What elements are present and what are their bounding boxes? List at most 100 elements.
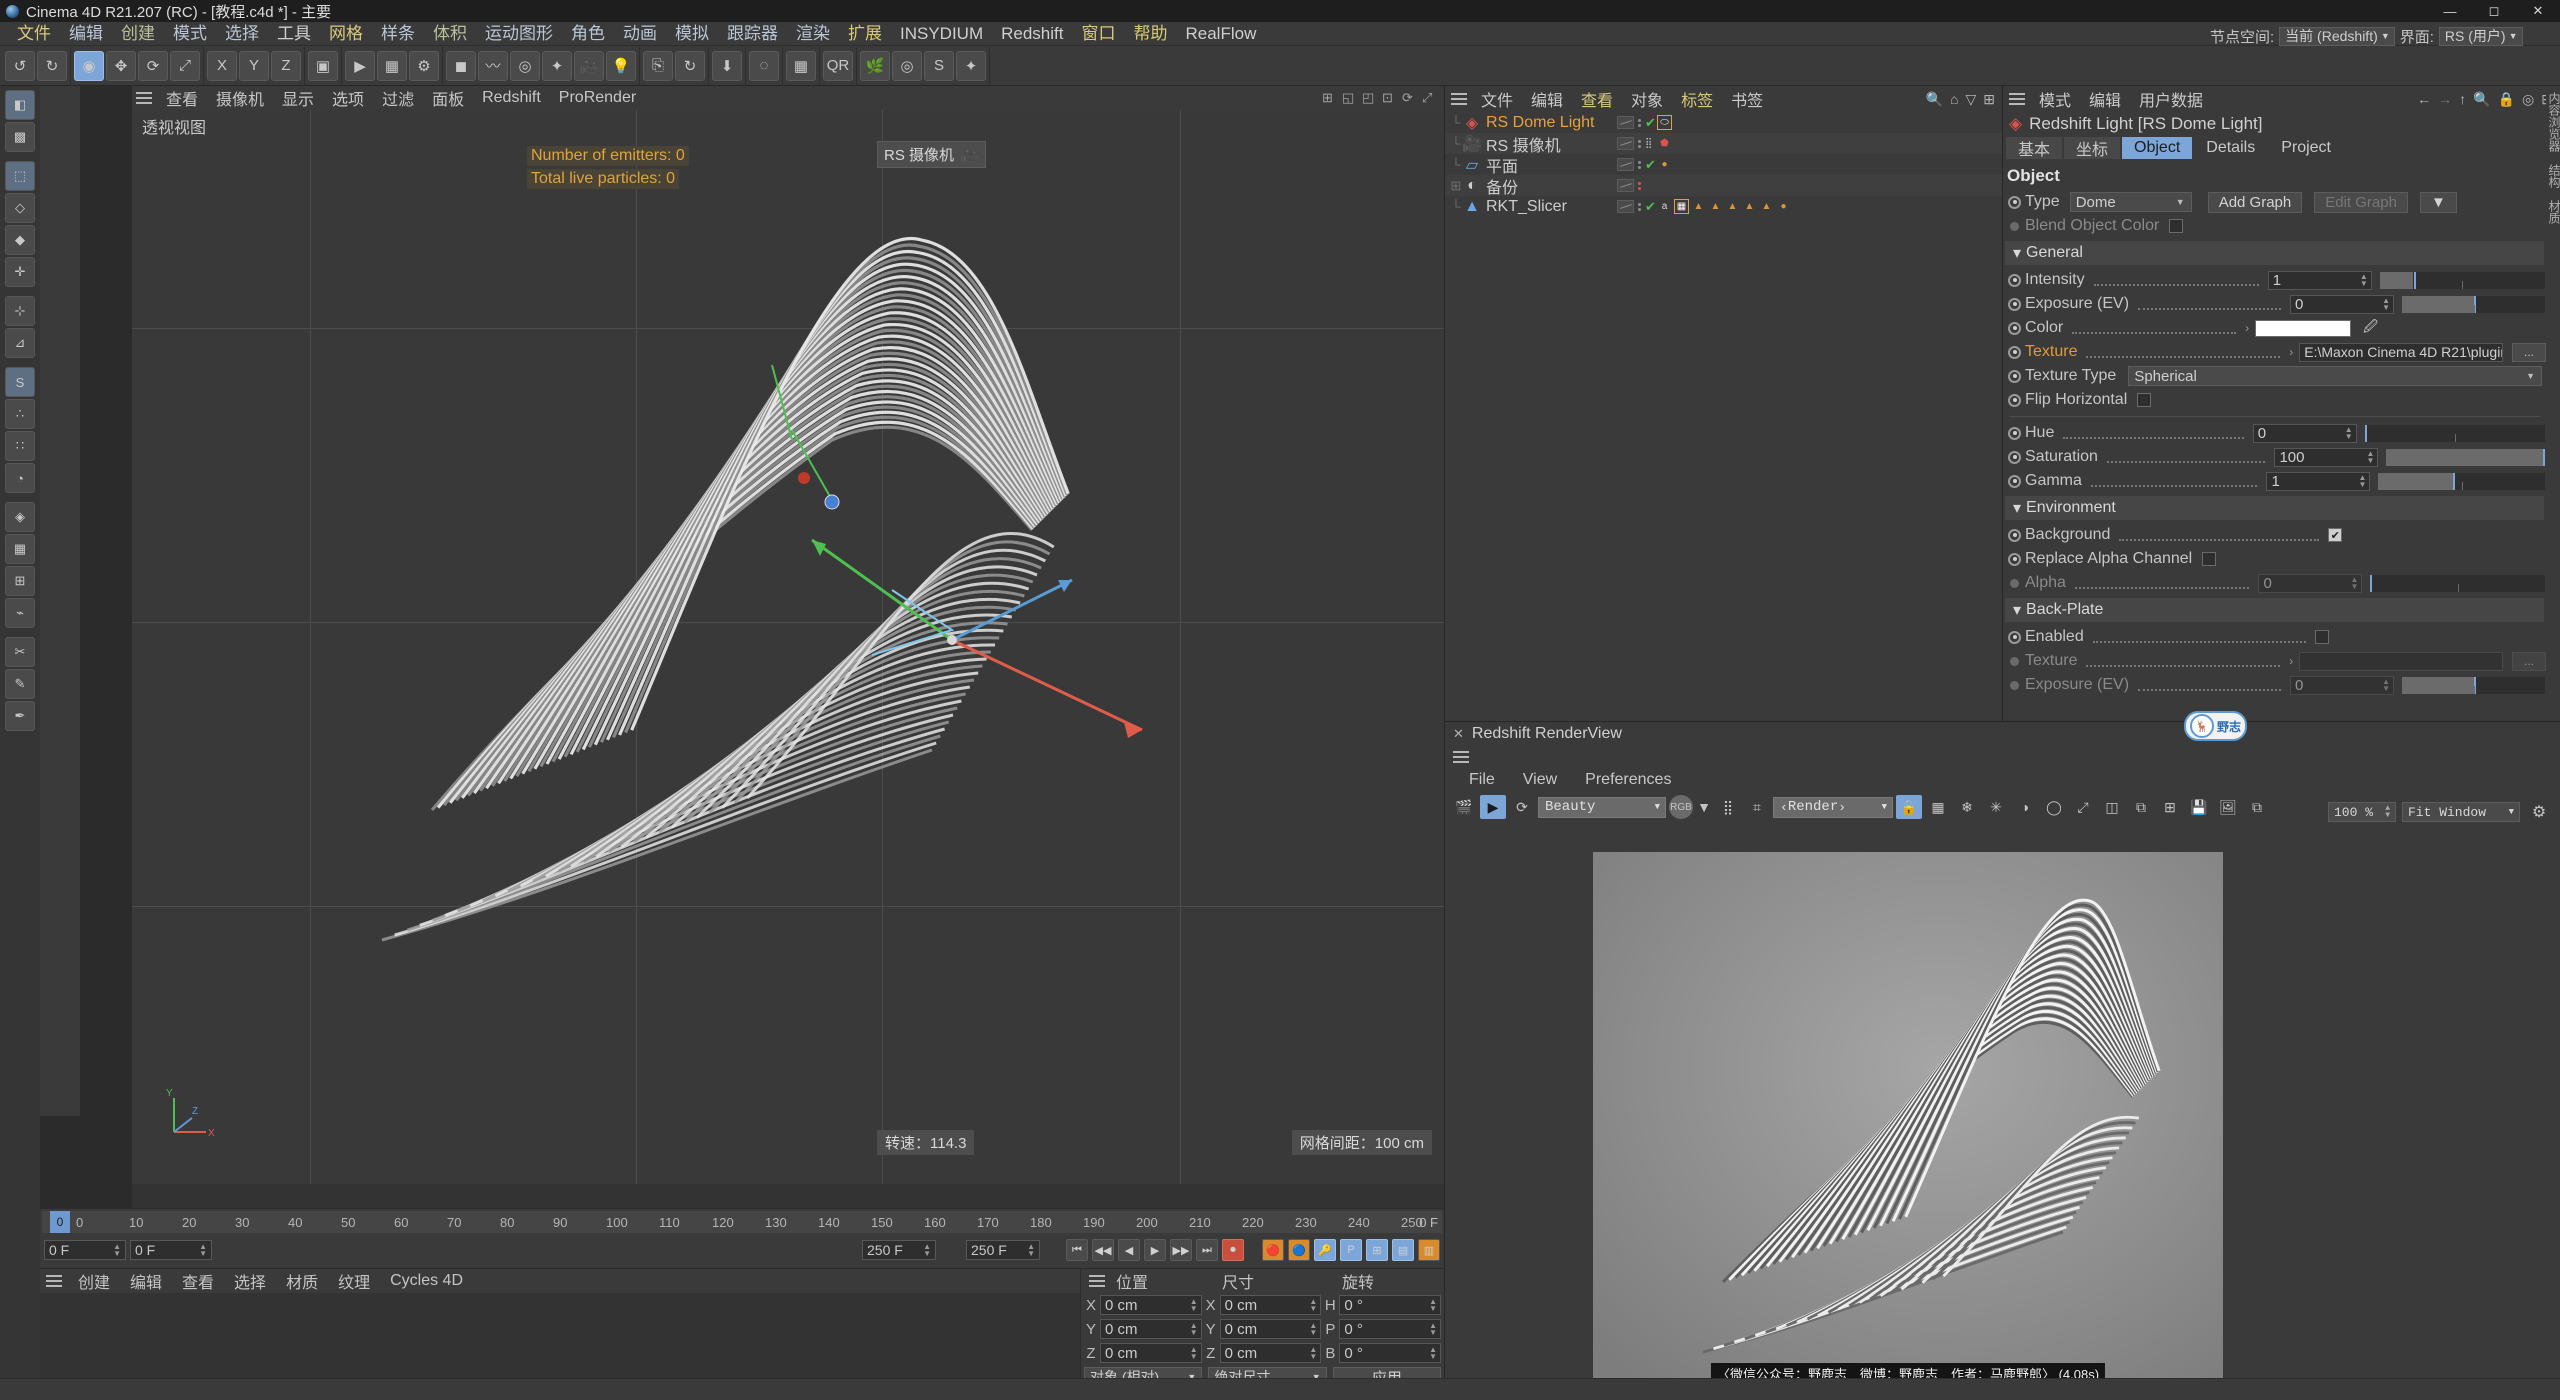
property-radio[interactable] xyxy=(2010,656,2019,666)
visibility-dots-icon[interactable] xyxy=(1638,160,1641,169)
spinner-icon[interactable]: ▲ ▼ xyxy=(2359,474,2367,489)
tag-t5-icon[interactable]: ▲ xyxy=(1759,199,1774,214)
rotate-tool[interactable]: ⟳ xyxy=(138,50,168,81)
vertical-tab-0[interactable]: 内容浏览器 xyxy=(2546,86,2560,158)
menu-item-2[interactable]: 创建 xyxy=(112,22,164,46)
attribute-tab-基本[interactable]: 基本 xyxy=(2005,136,2064,160)
histogram-icon[interactable]: ◑ xyxy=(2012,795,2038,819)
layer-color-swatch[interactable] xyxy=(1617,200,1634,213)
lock-y-axis[interactable]: Y xyxy=(239,50,269,81)
tag-a-icon[interactable]: a xyxy=(1657,199,1672,214)
viewport-menu-1[interactable]: 摄像机 xyxy=(207,86,273,110)
timeline-toggle-3[interactable]: P xyxy=(1340,1239,1362,1261)
blend-object-color-checkbox[interactable] xyxy=(2169,219,2184,233)
node-space-select[interactable]: 当前 (Redshift) ▼ xyxy=(2279,26,2395,46)
expand-arrow-icon[interactable]: › xyxy=(2289,654,2293,668)
property-radio[interactable] xyxy=(2008,195,2021,209)
menu-item-0[interactable]: 文件 xyxy=(8,22,60,46)
object-row-3[interactable]: ⊞ ◐ 备份 xyxy=(1445,175,2002,197)
channel-dropdown-icon[interactable]: ▼ xyxy=(1696,795,1712,819)
expand-arrow-icon[interactable]: › xyxy=(2245,321,2249,335)
target-icon[interactable]: ◎ xyxy=(2522,91,2534,108)
spinner-icon[interactable]: ▲ ▼ xyxy=(1429,1322,1437,1337)
maximize-button[interactable]: ◻ xyxy=(2472,0,2516,22)
close-button[interactable]: ✕ xyxy=(2516,0,2560,22)
texture-path-field[interactable]: E:\Maxon Cinema 4D R21\plugins\HDRI Brow… xyxy=(2299,342,2503,362)
render-view-menu-1[interactable]: View xyxy=(1509,771,1571,789)
tool-animate[interactable]: ◔ xyxy=(5,463,35,493)
viewport-control-icon-4[interactable]: ⟳ xyxy=(1402,90,1418,106)
spinner-icon[interactable]: ▲ ▼ xyxy=(2382,297,2390,312)
tool-magnet[interactable]: ⌁ xyxy=(5,598,35,628)
property-radio[interactable] xyxy=(2010,680,2019,690)
transport-button-6[interactable]: ⏺ xyxy=(1222,1239,1244,1261)
viewport-menu-6[interactable]: Redshift xyxy=(473,89,550,107)
background-checkbox[interactable] xyxy=(2328,528,2343,542)
viewport-menu-7[interactable]: ProRender xyxy=(550,89,645,107)
spinner-icon[interactable]: ▲ ▼ xyxy=(1309,1298,1317,1313)
rotation-field-0[interactable]: 0 ° ▲ ▼ xyxy=(1339,1295,1442,1315)
property-radio[interactable] xyxy=(2008,528,2021,542)
attribute-tab-Project[interactable]: Project xyxy=(2268,136,2344,160)
spinner-icon[interactable]: ▲ ▼ xyxy=(2345,426,2353,441)
target-button[interactable]: ◎ xyxy=(892,50,922,81)
attribute-tab-Object[interactable]: Object xyxy=(2121,136,2194,160)
camera-button[interactable]: 🎥 xyxy=(574,50,604,81)
tool-spline-pen[interactable]: ✒ xyxy=(5,701,35,731)
forward-arrow-icon[interactable]: → xyxy=(2438,91,2452,108)
extra-button[interactable]: ✦ xyxy=(956,50,986,81)
lock-icon[interactable]: 🔒 xyxy=(2498,91,2515,108)
general-group-header[interactable]: ▾ General xyxy=(2005,241,2544,265)
enabled-check-icon[interactable]: ✔ xyxy=(1645,157,1656,173)
menu-item-9[interactable]: 运动图形 xyxy=(476,22,562,46)
material-menu-6[interactable]: Cycles 4D xyxy=(381,1272,472,1290)
property-radio[interactable] xyxy=(2010,578,2019,588)
fit-mode-select[interactable]: Fit Window ▼ xyxy=(2402,802,2520,822)
deformer-button[interactable]: ✦ xyxy=(542,50,572,81)
tool-model-mode[interactable]: ◧ xyxy=(5,90,35,120)
snapshot-icon[interactable]: 🎬 xyxy=(1451,795,1477,819)
up-arrow-icon[interactable]: ↑ xyxy=(2459,91,2466,108)
rendered-image[interactable]: 〈微信公众号：野鹿志 微博：野鹿志 作者：马鹿野郎〉 (4.08s) xyxy=(1593,852,2223,1392)
tree-toggle-icon[interactable]: └ xyxy=(1449,115,1463,130)
object-name[interactable]: RKT_Slicer xyxy=(1486,198,1567,216)
general-field-0[interactable]: 1 ▲ ▼ xyxy=(2267,270,2372,290)
viewport-menu-3[interactable]: 选项 xyxy=(323,86,373,110)
crop-region-icon[interactable]: ⌗ xyxy=(1744,795,1770,819)
generator-button[interactable]: ◎ xyxy=(510,50,540,81)
timeline-toggle-4[interactable]: ⊞ xyxy=(1366,1239,1388,1261)
tag-t1-icon[interactable]: ▲ xyxy=(1691,199,1706,214)
tool-polygon-mode[interactable]: ◆ xyxy=(5,225,35,255)
timeline-toggle-5[interactable]: ▤ xyxy=(1392,1239,1414,1261)
object-menu-1[interactable]: 编辑 xyxy=(1522,87,1572,111)
tool-object-axis[interactable]: ✛ xyxy=(5,257,35,287)
viewport-control-icon-3[interactable]: ⊡ xyxy=(1382,90,1398,106)
drop-to-floor-button[interactable]: ⬇ xyxy=(712,50,742,81)
viewport-control-icon-5[interactable]: ⤢ xyxy=(1422,90,1438,106)
object-row-1[interactable]: └ 🎥 RS 摄像机 ⣿ ⬟ xyxy=(1445,133,2002,155)
property-radio[interactable] xyxy=(2008,474,2021,488)
object-menu-5[interactable]: 书签 xyxy=(1722,87,1772,111)
property-radio[interactable] xyxy=(2010,221,2019,231)
spinner-icon[interactable]: ▲ ▼ xyxy=(1190,1322,1198,1337)
soft-selection-button[interactable]: ◌ xyxy=(749,50,779,81)
transport-button-0[interactable]: ⏮ xyxy=(1066,1239,1088,1261)
spinner-icon[interactable]: ▲ ▼ xyxy=(2351,576,2359,591)
render-settings-button[interactable]: ⚙ xyxy=(409,50,439,81)
search-icon[interactable]: 🔍 xyxy=(2473,91,2490,108)
tool-quantize[interactable]: ⊞ xyxy=(5,566,35,596)
property-radio[interactable] xyxy=(2008,297,2021,311)
menu-item-1[interactable]: 编辑 xyxy=(60,22,112,46)
redo-button[interactable]: ↻ xyxy=(37,50,67,81)
enabled-check-icon[interactable]: ✔ xyxy=(1645,199,1656,215)
flip-horizontal-checkbox[interactable] xyxy=(2137,393,2152,407)
add-graph-button[interactable]: Add Graph xyxy=(2207,191,2303,213)
live-selection-tool[interactable]: ◉ xyxy=(74,50,104,81)
qr-code-button[interactable]: QR xyxy=(823,50,853,81)
visibility-dots-icon[interactable] xyxy=(1638,202,1641,211)
backplate-texture-field[interactable] xyxy=(2299,651,2503,671)
tool-point-mode[interactable]: ⬚ xyxy=(5,161,35,191)
general-field-1[interactable]: 0 ▲ ▼ xyxy=(2290,294,2395,314)
tool-enable-snap[interactable]: ⊿ xyxy=(5,328,35,358)
ab-compare-icon[interactable]: ⧉ xyxy=(2128,795,2154,819)
